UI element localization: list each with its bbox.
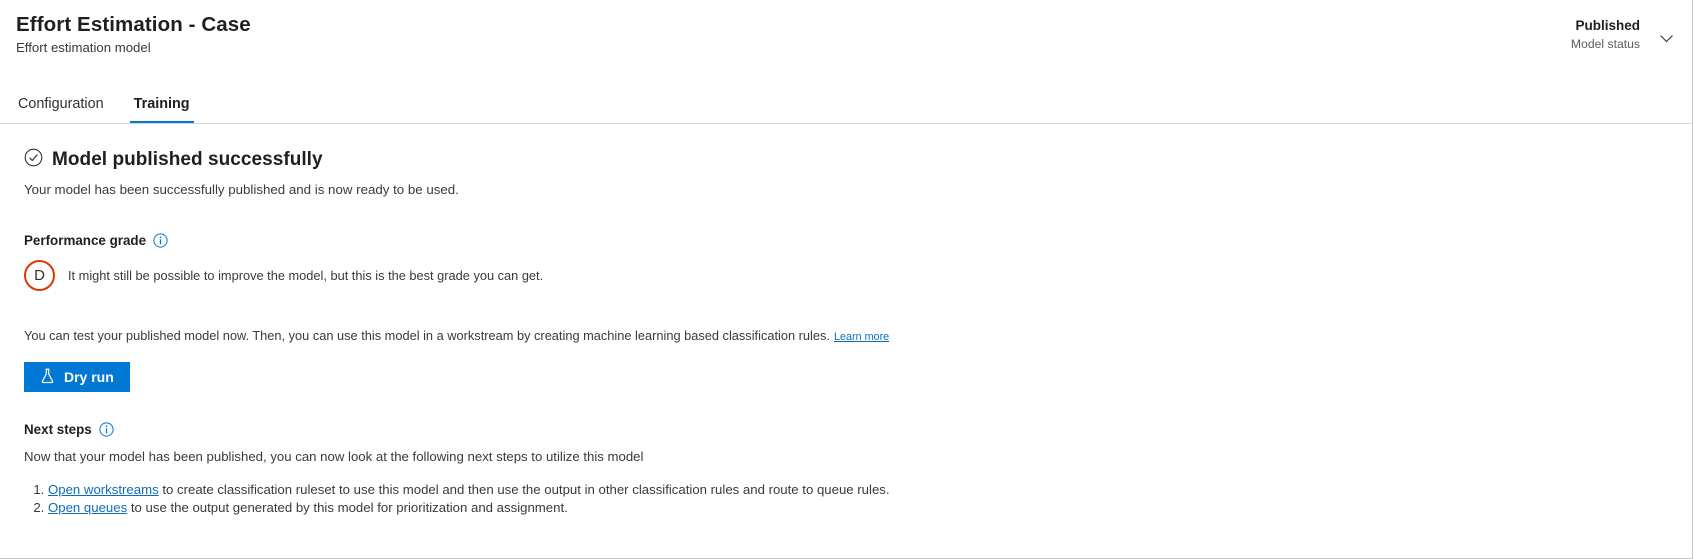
header-titles: Effort Estimation - Case Effort estimati… <box>16 12 251 57</box>
status-badge: Published <box>1575 18 1640 33</box>
model-training-page: Effort Estimation - Case Effort estimati… <box>0 0 1693 559</box>
info-icon[interactable] <box>153 233 168 248</box>
open-queues-link[interactable]: Open queues <box>48 500 127 515</box>
performance-grade-header: Performance grade <box>24 233 1668 248</box>
test-model-note: You can test your published model now. T… <box>24 328 1668 343</box>
list-item: Open queues to use the output generated … <box>48 499 1668 517</box>
test-model-text: You can test your published model now. T… <box>24 328 830 343</box>
grade-description: It might still be possible to improve th… <box>68 268 544 283</box>
dry-run-label: Dry run <box>64 369 114 385</box>
model-status-block: Published Model status <box>1571 17 1640 52</box>
success-title: Model published successfully <box>52 149 323 170</box>
next-steps-description: Now that your model has been published, … <box>24 449 644 464</box>
tab-configuration[interactable]: Configuration <box>14 90 108 123</box>
dry-run-button[interactable]: Dry run <box>24 362 130 392</box>
page-subtitle: Effort estimation model <box>16 40 151 55</box>
open-workstreams-link[interactable]: Open workstreams <box>48 482 159 497</box>
chevron-down-icon[interactable] <box>1650 22 1682 54</box>
page-header: Effort Estimation - Case Effort estimati… <box>0 0 1692 124</box>
page-title: Effort Estimation - Case <box>16 13 251 36</box>
grade-badge: D <box>24 260 55 291</box>
performance-grade-label: Performance grade <box>24 233 147 248</box>
learn-more-link[interactable]: Learn more <box>834 331 889 343</box>
tab-bar: Configuration Training <box>14 90 194 123</box>
next-steps-label: Next steps <box>24 422 92 437</box>
list-item: Open workstreams to create classificatio… <box>48 481 1668 499</box>
checkmark-circle-icon <box>24 148 43 172</box>
list-item-text: to create classification ruleset to use … <box>158 482 890 497</box>
next-steps-header: Next steps <box>24 422 1668 437</box>
page-content: Model published successfully Your model … <box>0 124 1692 517</box>
status-label: Model status <box>1570 37 1640 51</box>
performance-grade-row: D It might still be possible to improve … <box>24 260 1668 291</box>
tab-training[interactable]: Training <box>129 90 194 123</box>
success-description: Your model has been successfully publish… <box>24 182 459 197</box>
success-header: Model published successfully <box>24 148 1668 172</box>
list-item-text: to use the output generated by this mode… <box>127 500 568 515</box>
flask-icon <box>40 368 55 387</box>
next-steps-list: Open workstreams to create classificatio… <box>24 481 1668 517</box>
info-icon[interactable] <box>99 422 114 437</box>
